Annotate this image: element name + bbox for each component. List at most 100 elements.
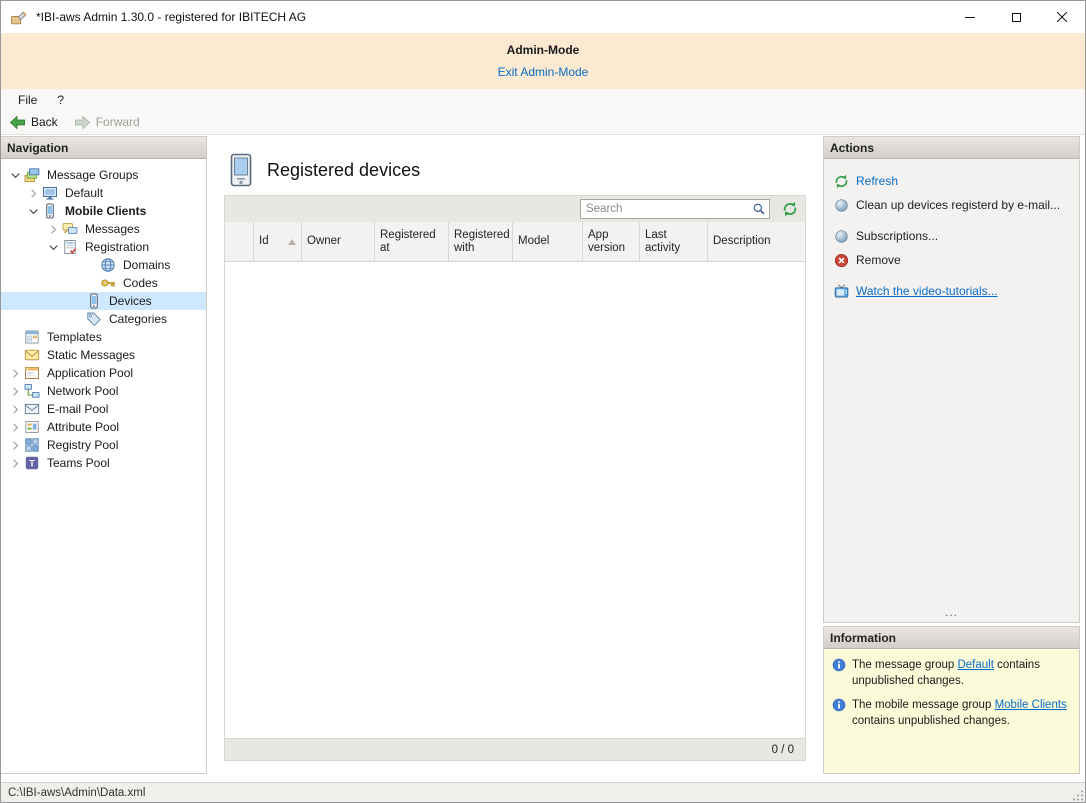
chevron-collapsed-icon[interactable] xyxy=(7,401,23,417)
mobile-device-icon xyxy=(228,153,254,187)
refresh-icon xyxy=(833,173,849,189)
info-icon xyxy=(832,658,846,672)
search-input[interactable] xyxy=(581,200,749,218)
column-header-model[interactable]: Model xyxy=(513,222,583,261)
forward-button[interactable]: Forward xyxy=(74,115,140,130)
tree-item-templates[interactable]: Templates xyxy=(1,328,206,346)
action-label: Refresh xyxy=(856,174,898,188)
tree-item-domains[interactable]: Domains xyxy=(1,256,206,274)
tree-item-network-pool[interactable]: Network Pool xyxy=(1,382,206,400)
info-text-suffix: contains unpublished changes. xyxy=(852,715,1010,727)
grid-refresh-icon[interactable] xyxy=(780,199,800,219)
info-text-prefix: The message group xyxy=(852,659,957,671)
status-bar: C:\IBI-aws\Admin\Data.xml xyxy=(1,782,1085,802)
key-icon xyxy=(100,275,116,291)
action-label: Clean up devices registerd by e-mail... xyxy=(856,198,1060,212)
chevron-collapsed-icon[interactable] xyxy=(7,365,23,381)
search-box xyxy=(580,199,770,219)
close-button[interactable] xyxy=(1039,1,1085,33)
info-link-default[interactable]: Default xyxy=(957,659,993,671)
chevron-expanded-icon[interactable] xyxy=(25,203,41,219)
tree-item-attribute-pool[interactable]: Attribute Pool xyxy=(1,418,206,436)
grid-toolbar xyxy=(225,196,805,222)
exit-admin-mode-link[interactable]: Exit Admin-Mode xyxy=(498,65,589,79)
tree-item-label: Teams Pool xyxy=(44,456,113,470)
main-body: Navigation Message Groups Default Mobile… xyxy=(1,135,1085,782)
record-count: 0 / 0 xyxy=(772,744,794,756)
title-bar: *IBI-aws Admin 1.30.0 - registered for I… xyxy=(1,1,1085,33)
content-header: Registered devices xyxy=(210,136,820,187)
tree-item-label: Registry Pool xyxy=(44,438,121,452)
maximize-button[interactable] xyxy=(993,1,1039,33)
column-header-registered-with[interactable]: Registered with xyxy=(449,222,513,261)
tree-item-teams-pool[interactable]: T Teams Pool xyxy=(1,454,206,472)
column-header-description[interactable]: Description xyxy=(708,222,805,261)
tag-icon xyxy=(86,311,102,327)
column-header-registered-at[interactable]: Registered at xyxy=(375,222,449,261)
panel-splitter-handle[interactable]: ... xyxy=(824,605,1079,622)
action-watch-video-tutorials[interactable]: Watch the video-tutorials... xyxy=(824,279,1079,303)
admin-mode-banner: Admin-Mode Exit Admin-Mode xyxy=(1,33,1085,89)
tree-item-categories[interactable]: Categories xyxy=(1,310,206,328)
information-panel: Information The message group Default co… xyxy=(823,626,1080,774)
info-link-mobile-clients[interactable]: Mobile Clients xyxy=(995,699,1067,711)
chevron-collapsed-icon[interactable] xyxy=(7,419,23,435)
chevron-expanded-icon[interactable] xyxy=(45,239,61,255)
actions-panel-header: Actions xyxy=(824,137,1079,159)
back-button[interactable]: Back xyxy=(9,115,58,130)
application-icon xyxy=(24,365,40,381)
tree-item-message-groups[interactable]: Message Groups xyxy=(1,166,206,184)
tree-item-codes[interactable]: Codes xyxy=(1,274,206,292)
action-remove[interactable]: Remove xyxy=(824,248,1079,272)
tree-item-static-messages[interactable]: Static Messages xyxy=(1,346,206,364)
info-text: The message group Default contains unpub… xyxy=(852,657,1071,689)
chevron-collapsed-icon[interactable] xyxy=(25,185,41,201)
column-header-id[interactable]: Id xyxy=(254,222,302,261)
action-subscriptions[interactable]: Subscriptions... xyxy=(824,224,1079,248)
tree-item-label: Application Pool xyxy=(44,366,136,380)
chevron-collapsed-icon[interactable] xyxy=(7,383,23,399)
resize-grip-icon[interactable] xyxy=(1072,789,1084,801)
tree-item-email-pool[interactable]: E-mail Pool xyxy=(1,400,206,418)
window-controls xyxy=(947,1,1085,33)
tree-item-devices[interactable]: Devices xyxy=(1,292,206,310)
menu-help[interactable]: ? xyxy=(47,91,74,109)
menu-file[interactable]: File xyxy=(8,91,47,109)
action-clean-up-devices[interactable]: Clean up devices registerd by e-mail... xyxy=(824,193,1079,217)
chevron-collapsed-icon[interactable] xyxy=(7,455,23,471)
sphere-icon xyxy=(833,197,849,213)
tree-item-label: Devices xyxy=(106,294,155,308)
tree-item-label: Mobile Clients xyxy=(62,204,149,218)
info-note-default: The message group Default contains unpub… xyxy=(830,649,1073,689)
column-header-selector[interactable] xyxy=(225,222,254,261)
status-file-path: C:\IBI-aws\Admin\Data.xml xyxy=(8,787,145,799)
minimize-button[interactable] xyxy=(947,1,993,33)
static-message-icon xyxy=(24,347,40,363)
tree-item-default[interactable]: Default xyxy=(1,184,206,202)
tree-item-registry-pool[interactable]: Registry Pool xyxy=(1,436,206,454)
column-header-last-activity[interactable]: Last activity xyxy=(640,222,708,261)
svg-text:T: T xyxy=(29,459,35,469)
navigation-tree: Message Groups Default Mobile Clients Me… xyxy=(1,159,206,773)
globe-icon xyxy=(100,257,116,273)
registry-icon xyxy=(24,437,40,453)
info-text-prefix: The mobile message group xyxy=(852,699,995,711)
search-icon[interactable] xyxy=(749,202,769,216)
table-header-row: Id Owner Registered at Registered with M… xyxy=(225,222,805,262)
action-refresh[interactable]: Refresh xyxy=(824,169,1079,193)
chevron-spacer xyxy=(7,329,23,345)
tree-item-registration[interactable]: Registration xyxy=(1,238,206,256)
tree-item-messages[interactable]: Messages xyxy=(1,220,206,238)
admin-mode-title: Admin-Mode xyxy=(1,43,1085,57)
chevron-expanded-icon[interactable] xyxy=(7,167,23,183)
tree-item-application-pool[interactable]: Application Pool xyxy=(1,364,206,382)
chevron-collapsed-icon[interactable] xyxy=(45,221,61,237)
chevron-collapsed-icon[interactable] xyxy=(7,437,23,453)
registration-form-icon xyxy=(62,239,78,255)
sphere-icon xyxy=(833,228,849,244)
device-icon xyxy=(86,293,102,309)
column-header-app-version[interactable]: App version xyxy=(583,222,640,261)
tree-item-mobile-clients[interactable]: Mobile Clients xyxy=(1,202,206,220)
actions-list: Refresh Clean up devices registerd by e-… xyxy=(824,159,1079,622)
column-header-owner[interactable]: Owner xyxy=(302,222,375,261)
